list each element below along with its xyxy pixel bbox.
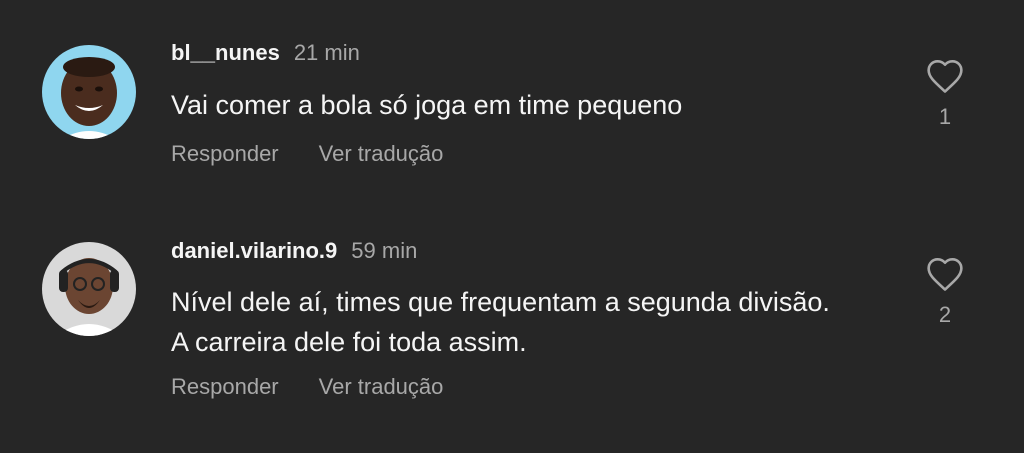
see-translation-button[interactable]: Ver tradução	[319, 374, 444, 399]
like-count: 2	[938, 302, 952, 327]
reply-button[interactable]: Responder	[171, 141, 279, 166]
timestamp: 59 min	[351, 238, 418, 263]
comment-text: Vai comer a bola só joga em time pequeno	[171, 90, 683, 120]
see-translation-button[interactable]: Ver tradução	[319, 141, 444, 166]
username[interactable]: bl__nunes	[171, 40, 280, 65]
comment-item: daniel.vilarino.9 59 min Nível dele aí, t…	[0, 200, 1024, 453]
avatar[interactable]	[42, 242, 136, 336]
reply-button[interactable]: Responder	[171, 374, 279, 399]
comment-actions: Responder Ver tradução	[171, 374, 443, 400]
heart-outline-icon	[927, 59, 963, 93]
timestamp: 21 min	[293, 40, 360, 65]
comment-header: daniel.vilarino.9 59 min	[171, 238, 417, 264]
comment-header: bl__nunes 21 min	[171, 40, 360, 66]
username[interactable]: daniel.vilarino.9	[171, 238, 337, 263]
like-count: 1	[938, 104, 952, 129]
comment-text: Nível dele aí, times que frequentam a se…	[171, 287, 830, 357]
comment-item: bl__nunes 21 min Vai comer a bola só joga…	[0, 0, 1024, 200]
heart-outline-icon	[927, 257, 963, 291]
like-button[interactable]: 2	[922, 256, 968, 328]
comment-actions: Responder Ver tradução	[171, 141, 443, 167]
like-button[interactable]: 1	[922, 58, 968, 130]
avatar[interactable]	[42, 45, 136, 139]
